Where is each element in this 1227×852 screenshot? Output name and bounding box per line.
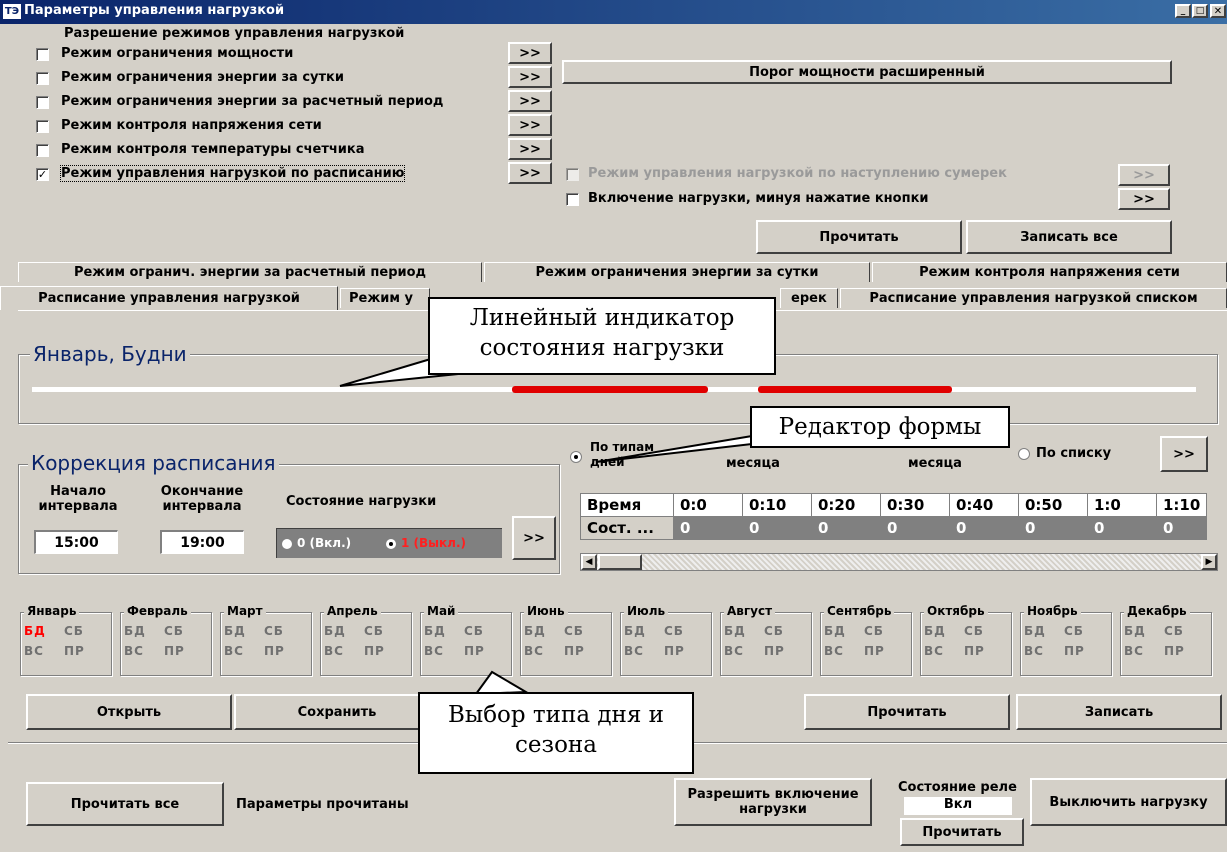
callout-indicator: Линейный индикатор состояния нагрузки — [428, 297, 776, 375]
callout-editor: Редактор формы — [750, 406, 1010, 448]
callout-season: Выбор типа дня и сезона — [418, 692, 694, 774]
